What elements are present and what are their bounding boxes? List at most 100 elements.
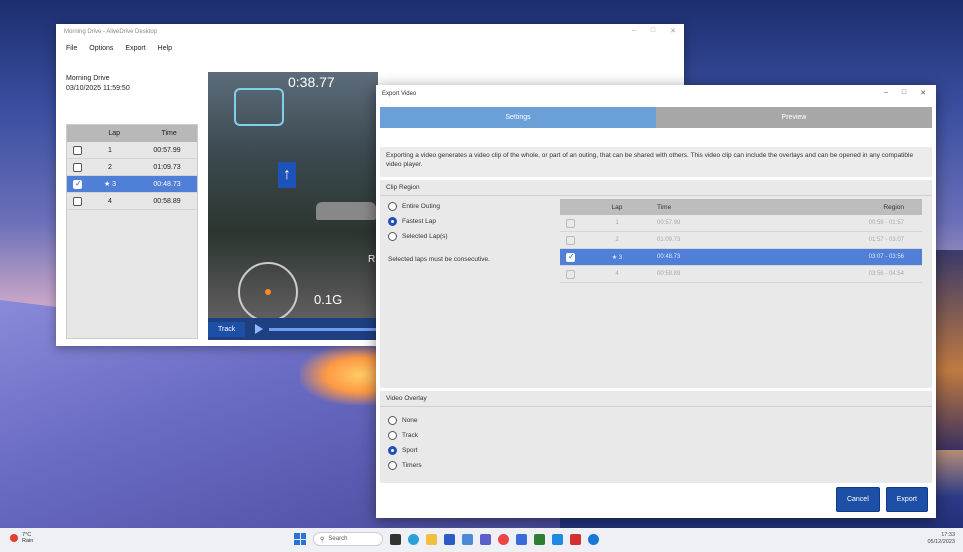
table-row[interactable]: ★ 3 00:48.73 03:07 - 03:56 [560,249,922,266]
radio-overlay-sport[interactable]: Sport [388,446,418,455]
region-checkbox[interactable] [566,269,575,279]
region-lap: ★ 3 [611,254,623,261]
radio-selected-laps[interactable]: Selected Lap(s) [388,232,448,241]
session-datetime: 03/10/2025 11:59:50 [66,85,130,92]
app-icon[interactable] [516,533,527,545]
video-player[interactable]: 0:38.77 ↑ 0.1G R [208,72,378,340]
tab-settings[interactable]: Settings [380,107,656,128]
pdf-icon[interactable] [570,533,581,545]
lap-checkbox[interactable] [73,145,82,155]
gforce-dot [265,289,271,295]
spreadsheet-icon[interactable] [534,533,545,545]
table-row[interactable]: 1 00:57.99 [67,142,197,159]
session-info: Morning Drive 03/10/2025 11:59:50 [66,74,130,94]
lap-checkbox[interactable] [73,179,82,189]
app-title: Morning Drive - AliveDrive Desktop [64,29,158,35]
edge-icon[interactable] [408,533,419,545]
photos-icon[interactable] [462,533,473,545]
clock-date: 05/12/2023 [927,539,955,545]
system-clock[interactable]: 17:33 05/12/2023 [927,532,955,546]
region-range: 03:07 - 03:56 [868,254,904,260]
export-description: Exporting a video generates a video clip… [380,147,932,177]
start-icon[interactable] [294,533,306,545]
weather-widget[interactable]: 7°C Rain [10,532,33,544]
close-icon[interactable]: ✕ [670,27,676,35]
session-name: Morning Drive [66,75,110,82]
close-icon[interactable]: ✕ [920,89,926,97]
weather-desc: Rain [22,538,34,544]
gforce-value: 0.1G [314,292,343,307]
region-header-lap: Lap [611,203,623,211]
lap-time: 00:57.99 [153,146,181,154]
radio-overlay-timers[interactable]: Timers [388,461,422,470]
minimize-icon[interactable]: – [884,89,888,97]
video-overlay-title: Video Overlay [386,395,427,402]
video-side-letter: R [368,254,376,265]
outlook-icon[interactable] [552,533,563,545]
maximize-icon[interactable]: □ [902,89,906,97]
store-icon[interactable] [444,533,455,545]
export-button[interactable]: Export [885,487,928,512]
table-row[interactable]: 4 00:58.89 [67,193,197,210]
laps-header: Lap Time [67,125,197,142]
radio-circle[interactable] [388,446,397,455]
radio-overlay-track[interactable]: Track [388,431,418,440]
region-time: 00:48.73 [657,254,681,260]
play-icon[interactable] [255,324,264,334]
track-button[interactable]: Track [208,321,246,337]
lap-number: 1 [108,146,112,154]
laps-table: Lap Time 1 00:57.99 2 01:09.73 ★ 3 00:48… [66,124,198,339]
table-row[interactable]: 2 01:09.73 01:57 - 03:07 [560,232,922,249]
radio-label: None [402,417,418,424]
road-sign: ↑ [278,162,296,188]
tab-preview[interactable]: Preview [656,107,932,128]
region-checkbox[interactable] [566,235,575,245]
dialog-tabs: Settings Preview [380,107,932,128]
table-row[interactable]: 2 01:09.73 [67,159,197,176]
radio-label: Track [402,432,419,439]
radio-circle[interactable] [388,202,397,211]
radio-circle[interactable] [388,431,397,440]
lap-checkbox[interactable] [73,196,82,206]
table-row[interactable]: 1 00:57.99 00:59 - 01:57 [560,215,922,232]
scrubber[interactable] [269,327,378,331]
radio-circle[interactable] [388,217,397,226]
chrome-icon[interactable] [498,533,509,545]
radio-circle[interactable] [388,416,397,425]
menu-file[interactable]: File [66,45,77,52]
window-controls: – □ ✕ [632,27,676,35]
table-row[interactable]: ★ 3 00:48.73 [67,176,197,193]
menu-export[interactable]: Export [125,45,145,52]
region-table: Lap Time Region 1 00:57.99 00:59 - 01:57… [560,199,922,283]
region-checkbox[interactable] [566,218,575,228]
region-checkbox[interactable] [566,252,575,262]
taskbar-apps: ⚲ Search [294,532,599,546]
region-lap: 4 [615,271,619,277]
region-header-region: Region [883,203,904,211]
minimize-icon[interactable]: – [632,27,636,35]
radio-circle[interactable] [388,232,397,241]
menu-options[interactable]: Options [89,45,113,52]
search-box[interactable]: ⚲ Search [313,532,383,546]
taskbar: 7°C Rain ⚲ Search 17:33 05/12/2023 [0,528,963,552]
file-explorer-icon[interactable] [426,533,437,545]
consecutive-note: Selected laps must be consecutive. [388,256,490,263]
region-header-time: Time [657,203,672,211]
region-time: 00:57.99 [657,220,681,226]
maximize-icon[interactable]: □ [651,27,655,35]
region-range: 00:59 - 01:57 [868,220,904,226]
export-video-dialog: Export Video – □ ✕ Settings Preview Expo… [376,85,936,518]
radio-entire-outing[interactable]: Entire Outing [388,202,440,211]
radio-label: Sport [402,447,418,454]
radio-fastest-lap[interactable]: Fastest Lap [388,217,436,226]
lap-time: 01:09.73 [153,163,181,171]
task-view-icon[interactable] [390,533,401,545]
menu-help[interactable]: Help [158,45,172,52]
teams-icon[interactable] [480,533,491,545]
cancel-button[interactable]: Cancel [835,487,880,512]
alivedrive-icon[interactable] [588,533,599,545]
radio-overlay-none[interactable]: None [388,416,418,425]
table-row[interactable]: 4 00:58.89 03:56 - 04:54 [560,266,922,283]
lap-checkbox[interactable] [73,162,82,172]
radio-circle[interactable] [388,461,397,470]
